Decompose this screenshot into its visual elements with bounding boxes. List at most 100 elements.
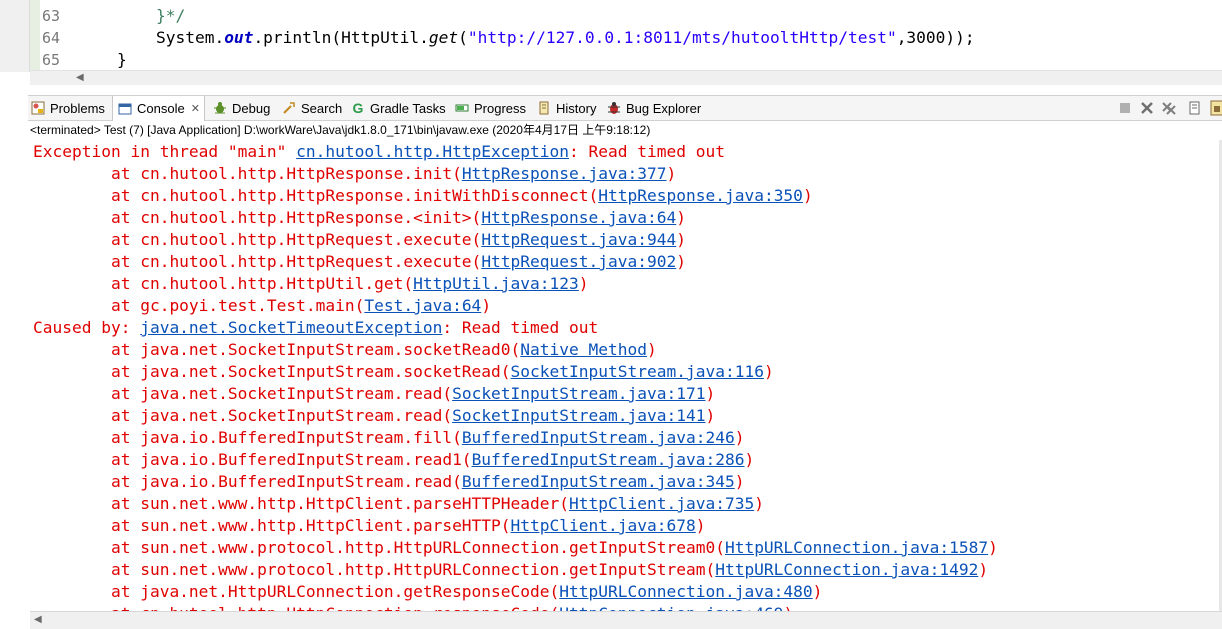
view-tab-bar: Problems Console ✕ Debug Search G Gradle… <box>28 95 1222 121</box>
stacktrace-link[interactable]: SocketInputStream.java:116 <box>511 362 764 381</box>
console-process-description: <terminated> Test (7) [Java Application]… <box>30 123 651 137</box>
console-text: at cn.hutool.http.HttpResponse.<init>( <box>33 208 482 227</box>
stacktrace-link[interactable]: java.net.SocketTimeoutException <box>140 318 442 337</box>
code-token: ( <box>458 28 468 47</box>
tab-label: Problems <box>50 100 105 116</box>
debug-icon <box>212 100 228 116</box>
console-text: at java.net.HttpURLConnection.getRespons… <box>33 582 560 601</box>
console-line: at cn.hutool.http.HttpResponse.<init>(Ht… <box>33 207 686 229</box>
stacktrace-link[interactable]: HttpResponse.java:64 <box>481 208 676 227</box>
remove-all-terminated-icon[interactable] <box>1160 99 1178 117</box>
tab-progress[interactable]: Progress <box>454 96 526 120</box>
code-line[interactable]: } <box>78 49 127 71</box>
console-horizontal-scrollbar[interactable]: ◀ <box>30 611 1222 629</box>
console-text: at java.io.BufferedInputStream.read1( <box>33 450 472 469</box>
tab-problems[interactable]: Problems <box>30 96 105 120</box>
stacktrace-link[interactable]: BufferedInputStream.java:246 <box>462 428 735 447</box>
stacktrace-link[interactable]: HttpClient.java:678 <box>511 516 696 535</box>
console-text: at cn.hutool.http.HttpUtil.get( <box>33 274 414 293</box>
scroll-lock-icon[interactable] <box>1208 99 1222 117</box>
stacktrace-link[interactable]: HttpURLConnection.java:1492 <box>715 560 978 579</box>
tab-search[interactable]: Search <box>281 96 342 120</box>
scroll-left-arrow-icon[interactable]: ◀ <box>34 614 42 625</box>
stacktrace-link[interactable]: HttpRequest.java:944 <box>481 230 676 249</box>
stacktrace-link[interactable]: SocketInputStream.java:171 <box>452 384 705 403</box>
console-text: at sun.net.www.protocol.http.HttpURLConn… <box>33 560 716 579</box>
console-text: ) <box>647 340 657 359</box>
stacktrace-link[interactable]: Native Method <box>520 340 647 359</box>
code-editor[interactable]: 63 64 65 }*/ System.out.println(HttpUtil… <box>0 0 1222 85</box>
console-line: at java.net.SocketInputStream.read(Socke… <box>33 383 715 405</box>
close-icon[interactable]: ✕ <box>191 102 200 115</box>
console-line: at java.io.BufferedInputStream.read(Buff… <box>33 471 745 493</box>
tab-bug-explorer[interactable]: Bug Explorer <box>606 96 701 120</box>
tab-gradle-tasks[interactable]: G Gradle Tasks <box>350 96 446 120</box>
code-token: }*/ <box>155 6 186 25</box>
console-line: at java.net.SocketInputStream.socketRead… <box>33 361 774 383</box>
stacktrace-link[interactable]: HttpClient.java:735 <box>569 494 754 513</box>
line-number: 63 <box>42 7 61 25</box>
code-token: ,3000)); <box>896 28 975 47</box>
console-text: Caused by: <box>33 318 141 337</box>
code-token: out <box>224 28 254 47</box>
left-edge <box>0 85 28 628</box>
stacktrace-link[interactable]: HttpURLConnection.java:1587 <box>725 538 988 557</box>
console-line: at cn.hutool.http.HttpConnection.respons… <box>33 603 793 611</box>
console-line: at sun.net.www.protocol.http.HttpURLConn… <box>33 537 998 559</box>
stacktrace-link[interactable]: HttpResponse.java:377 <box>462 164 667 183</box>
tab-console[interactable]: Console ✕ <box>112 96 205 121</box>
stacktrace-link[interactable]: Test.java:64 <box>364 296 481 315</box>
console-toolbar <box>1112 99 1222 117</box>
remove-launch-icon[interactable] <box>1138 99 1156 117</box>
console-text: at sun.net.www.http.HttpClient.parseHTTP… <box>33 516 511 535</box>
code-token: .println(HttpUtil. <box>253 28 429 47</box>
tab-label: Console <box>137 101 185 116</box>
stacktrace-link[interactable]: BufferedInputStream.java:345 <box>462 472 735 491</box>
console-output[interactable]: Exception in thread "main" cn.hutool.htt… <box>30 141 1222 611</box>
editor-horizontal-scrollbar[interactable]: ◀ <box>30 70 1222 85</box>
console-text: ) <box>763 362 774 381</box>
stacktrace-link[interactable]: HttpRequest.java:902 <box>481 252 676 271</box>
console-text: ) <box>988 538 998 557</box>
tab-label: Progress <box>474 100 527 116</box>
console-line: at cn.hutool.http.HttpUtil.get(HttpUtil.… <box>33 273 589 295</box>
console-text: at sun.net.www.http.HttpClient.parseHTTP… <box>33 494 570 513</box>
stacktrace-link[interactable]: HttpConnection.java:469 <box>559 604 783 611</box>
console-line: at java.net.SocketInputStream.socketRead… <box>33 339 657 361</box>
console-text: ) <box>734 472 745 491</box>
code-token: } <box>78 50 127 69</box>
stacktrace-link[interactable]: HttpResponse.java:350 <box>598 186 803 205</box>
console-text: ) <box>754 494 764 513</box>
console-text: : Read timed out <box>442 318 599 337</box>
console-text: ) <box>481 296 492 315</box>
console-text: Exception in thread "main" <box>33 142 297 161</box>
stacktrace-link[interactable]: cn.hutool.http.HttpException <box>296 142 569 161</box>
console-text: : Read timed out <box>569 142 725 161</box>
scroll-left-arrow-icon[interactable]: ◀ <box>76 71 84 85</box>
console-text: at java.io.BufferedInputStream.fill( <box>33 428 462 447</box>
console-text: ) <box>676 252 686 271</box>
change-ruler <box>30 0 40 72</box>
line-number-gutter: 63 64 65 <box>30 0 70 72</box>
stacktrace-link[interactable]: HttpURLConnection.java:480 <box>559 582 812 601</box>
console-text: ) <box>802 186 813 205</box>
stacktrace-link[interactable]: SocketInputStream.java:141 <box>452 406 705 425</box>
stacktrace-link[interactable]: BufferedInputStream.java:286 <box>472 450 745 469</box>
console-line: at cn.hutool.http.HttpRequest.execute(Ht… <box>33 229 686 251</box>
tab-label: Search <box>301 100 343 116</box>
clear-console-icon[interactable] <box>1186 99 1204 117</box>
stacktrace-link[interactable]: HttpUtil.java:123 <box>413 274 579 293</box>
console-text: at java.net.SocketInputStream.read( <box>33 384 453 403</box>
console-line: at java.io.BufferedInputStream.read1(Buf… <box>33 449 754 471</box>
tab-debug[interactable]: Debug <box>212 96 270 120</box>
console-text: ) <box>578 274 589 293</box>
code-line[interactable]: System.out.println(HttpUtil.get("http://… <box>78 27 975 49</box>
console-text: ) <box>812 582 823 601</box>
tab-history[interactable]: History <box>536 96 596 120</box>
terminate-icon[interactable] <box>1116 99 1134 117</box>
console-line: at sun.net.www.http.HttpClient.parseHTTP… <box>33 493 764 515</box>
console-text: at java.net.SocketInputStream.socketRead… <box>33 362 511 381</box>
console-line: at cn.hutool.http.HttpResponse.init(Http… <box>33 163 676 185</box>
code-line[interactable]: }*/ <box>78 5 185 27</box>
console-line: at gc.poyi.test.Test.main(Test.java:64) <box>33 295 491 317</box>
